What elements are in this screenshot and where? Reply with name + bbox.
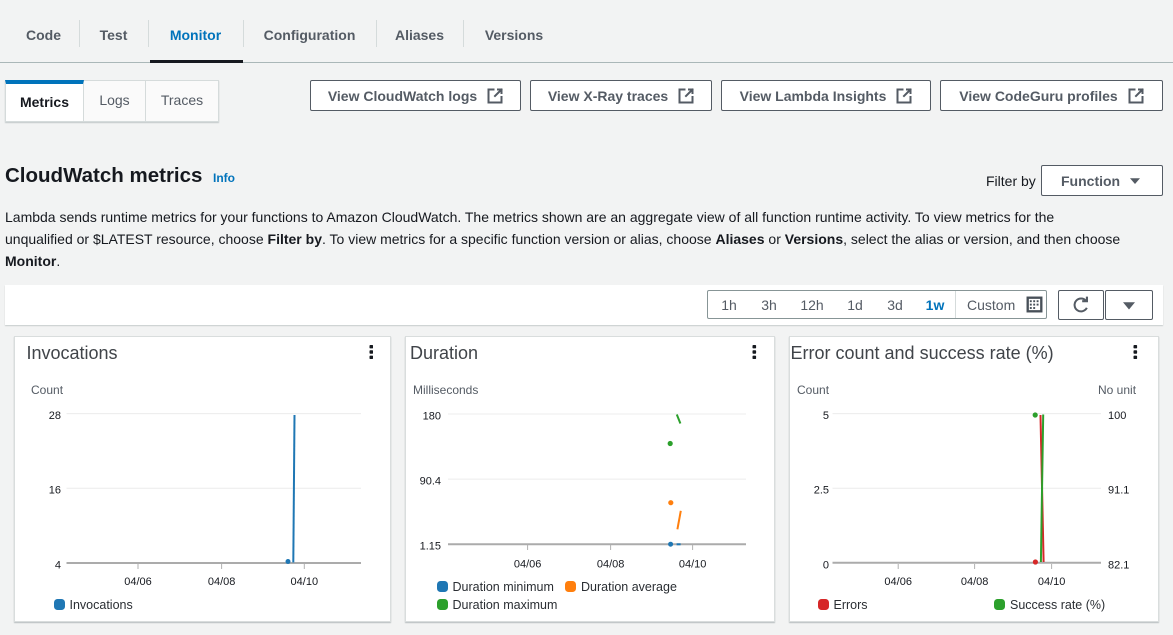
svg-text:28: 28 <box>49 410 61 422</box>
svg-text:100: 100 <box>1108 410 1126 422</box>
svg-text:5: 5 <box>823 410 829 422</box>
svg-text:Count: Count <box>31 383 64 397</box>
svg-text:04/08: 04/08 <box>961 576 989 588</box>
svg-text:04/10: 04/10 <box>1038 576 1066 588</box>
svg-text:Milliseconds: Milliseconds <box>413 383 478 397</box>
svg-text:16: 16 <box>49 485 61 497</box>
svg-text:04/10: 04/10 <box>679 559 707 571</box>
svg-text:04/08: 04/08 <box>208 576 236 588</box>
svg-text:04/06: 04/06 <box>514 559 542 571</box>
svg-text:No unit: No unit <box>1098 383 1137 397</box>
svg-text:04/06: 04/06 <box>124 576 152 588</box>
svg-text:04/10: 04/10 <box>291 576 319 588</box>
svg-text:180: 180 <box>423 410 441 422</box>
svg-text:Count: Count <box>797 383 830 397</box>
svg-text:1.15: 1.15 <box>420 541 441 553</box>
svg-text:2.5: 2.5 <box>814 485 829 497</box>
svg-text:4: 4 <box>55 559 61 571</box>
svg-text:04/08: 04/08 <box>597 559 625 571</box>
svg-text:0: 0 <box>823 559 829 571</box>
svg-text:04/06: 04/06 <box>884 576 912 588</box>
svg-text:82.1: 82.1 <box>1108 559 1129 571</box>
svg-text:90.4: 90.4 <box>420 475 441 487</box>
svg-text:91.1: 91.1 <box>1108 485 1129 497</box>
